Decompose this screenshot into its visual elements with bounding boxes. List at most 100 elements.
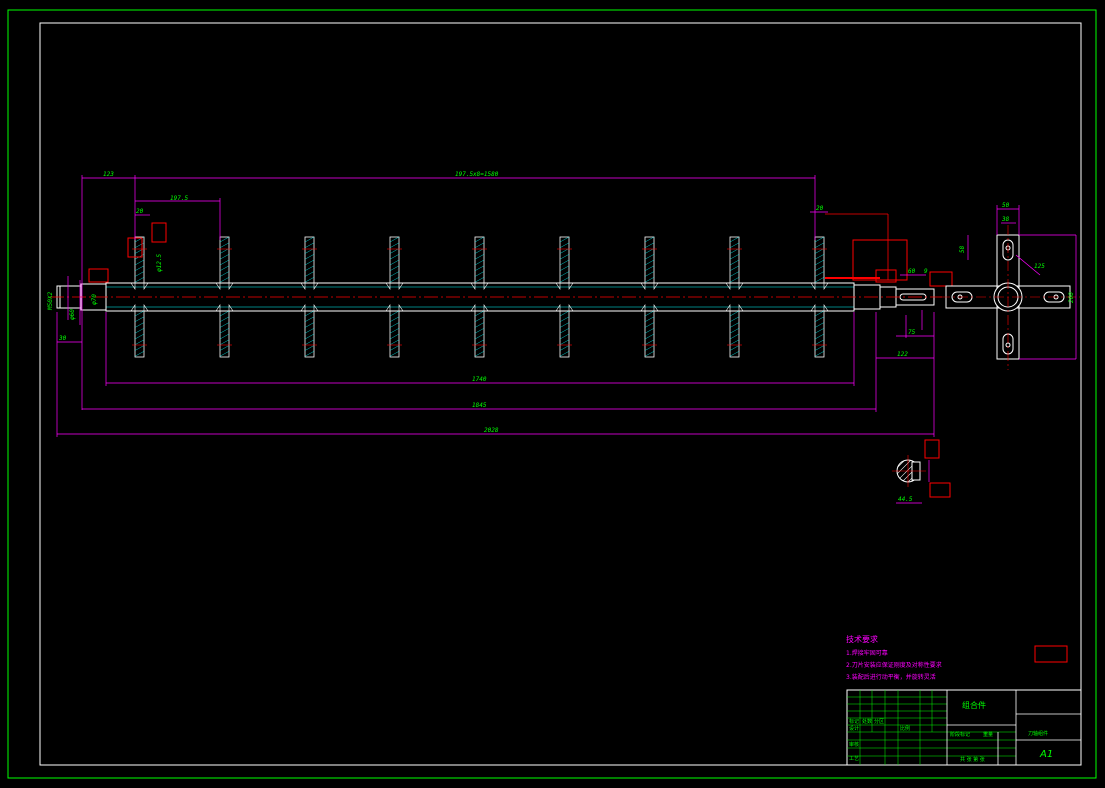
end-view: 50 38 58 125 260: [940, 202, 1080, 370]
blade-hatch: [134, 277, 145, 283]
dim-75: 75: [908, 329, 916, 336]
weld-fillet: [300, 304, 319, 312]
tb-label-weight: 重量: [983, 731, 993, 738]
blade-hatch: [389, 271, 400, 277]
dim-pitch: 197.5: [170, 195, 188, 202]
blade-hatch: [304, 236, 315, 243]
blade-hatch: [474, 271, 485, 277]
blade-hatch: [389, 333, 400, 340]
blade-hatch: [644, 351, 655, 357]
blade-hatch: [729, 316, 740, 322]
blade-hatch: [134, 339, 145, 345]
blade: [644, 310, 655, 358]
blade-hatch: [304, 339, 315, 345]
blade-hatch: [134, 316, 145, 322]
blade-hatch: [304, 265, 315, 271]
blade-hatch: [814, 316, 825, 322]
weld-fillet: [215, 282, 234, 290]
blade-hatch: [729, 333, 740, 340]
dim-125: 125: [1034, 263, 1045, 270]
blade-hatch: [389, 265, 400, 271]
blade-hatch: [644, 322, 655, 328]
blade-hatch: [559, 345, 570, 351]
blade-hatch: [389, 351, 400, 357]
dim-58: 58: [959, 245, 966, 253]
blade-hatch: [474, 259, 485, 266]
blade-hatch: [729, 277, 740, 283]
blade-hatch: [644, 271, 655, 277]
blade-hatch: [559, 333, 570, 340]
dim-30: 30: [58, 335, 67, 342]
weld-fillet: [640, 282, 659, 290]
blade-hatch: [134, 333, 145, 340]
blade-hatch: [729, 259, 740, 266]
blade: [559, 236, 570, 284]
tech-note-1: 1.焊接牢固可靠: [846, 649, 888, 657]
blade-hatch: [814, 351, 825, 357]
tb-label-review: 审核: [849, 741, 859, 748]
tb-label-zone: 分区: [874, 718, 884, 725]
technical-notes: 技术要求 1.焊接牢固可靠 2.刀片安装应保证刚度及对称性要求 3.装配后进行动…: [846, 634, 942, 681]
dim-2028: 2028: [484, 427, 499, 434]
weld-fillet: [725, 304, 744, 312]
blade-hatch: [814, 310, 825, 317]
tb-label-process: 工艺: [849, 756, 859, 762]
blade-hatch: [559, 236, 570, 243]
blade-hatch: [814, 345, 825, 351]
blade-hatch: [219, 265, 230, 271]
blade-hatch: [644, 265, 655, 271]
blade-hatch: [814, 322, 825, 328]
weld-fillet: [555, 304, 574, 312]
blade-hatch: [474, 236, 485, 243]
blade-hatch: [304, 333, 315, 340]
blade: [389, 236, 400, 284]
dim-thread: M50X2: [47, 292, 54, 311]
blade-hatch: [474, 316, 485, 322]
blade: [304, 236, 315, 284]
blade-hatch: [304, 310, 315, 317]
blade-hatch: [644, 254, 655, 260]
blade-hatch: [644, 277, 655, 283]
blade-hatch: [814, 265, 825, 271]
weld-fillet: [810, 282, 829, 290]
blade-hatch: [729, 265, 740, 271]
blade-hatch: [644, 333, 655, 340]
blade-hatch: [644, 236, 655, 243]
blade-hatch: [219, 328, 230, 334]
blade-hatch: [729, 254, 740, 260]
blade: [474, 310, 485, 358]
blade-hatch: [304, 316, 315, 322]
blade-hatch: [814, 328, 825, 334]
dim-260: 260: [1068, 292, 1075, 303]
blade-hatch: [814, 236, 825, 243]
dim-60: 60: [908, 268, 916, 275]
dim-blade-width-right: 20: [816, 205, 824, 212]
blade-hatch: [729, 339, 740, 345]
blade-hatch: [814, 277, 825, 283]
tb-label-count: 处数: [862, 718, 872, 725]
blade-hatch: [729, 351, 740, 357]
blade-hatch: [474, 265, 485, 271]
blade-hatch: [304, 271, 315, 277]
blade-hatch: [559, 316, 570, 322]
blade-hatch: [644, 316, 655, 322]
blade-hatch: [134, 259, 145, 266]
inner-frame: [39, 22, 1082, 766]
blade: [559, 310, 570, 358]
blade-hatch: [219, 259, 230, 266]
blade-hatch: [134, 271, 145, 277]
blade-hatch: [474, 345, 485, 351]
dim-phi60: φ60: [69, 309, 76, 320]
blade: [644, 236, 655, 284]
weld-fillet: [555, 282, 574, 290]
blade-hatch: [134, 322, 145, 328]
blade: [134, 310, 145, 358]
blade-hatch: [814, 254, 825, 260]
blade-hatch: [134, 310, 145, 317]
dim-1740: 1740: [472, 376, 487, 383]
blade-hatch: [559, 242, 570, 248]
blade-hatch: [389, 254, 400, 260]
blade-hatch: [134, 328, 145, 334]
tb-label-stage: 阶段标记: [950, 731, 970, 738]
blade: [389, 310, 400, 358]
